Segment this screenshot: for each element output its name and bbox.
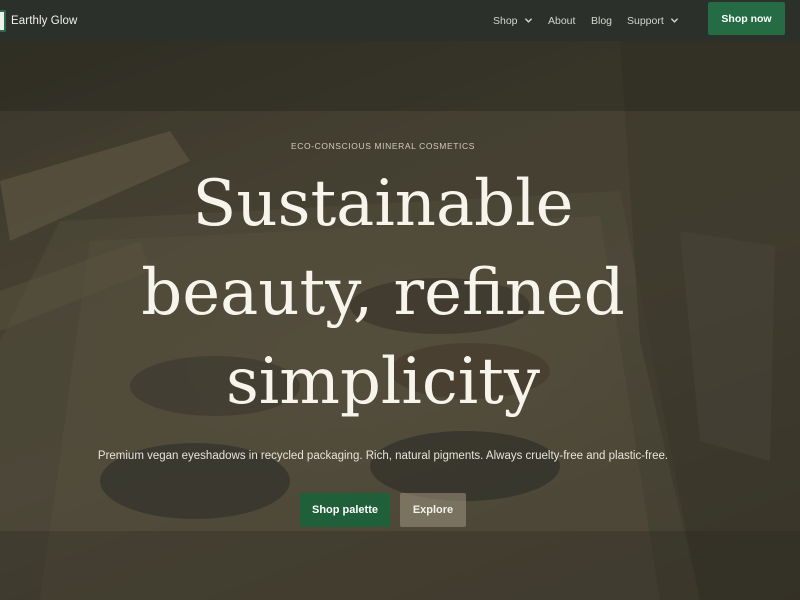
hero-section: ECO-CONSCIOUS MINERAL COSMETICS Sustaina… xyxy=(0,41,800,600)
shop-palette-button[interactable]: Shop palette xyxy=(300,493,390,527)
site-header: Earthly Glow Shop About Blog Support Sho… xyxy=(0,0,800,41)
hero-eyebrow: ECO-CONSCIOUS MINERAL COSMETICS xyxy=(290,141,476,151)
nav-item-shop[interactable]: Shop xyxy=(493,0,533,41)
nav-item-blog[interactable]: Blog xyxy=(591,0,612,41)
hero-subheading: Premium vegan eyeshadows in recycled pac… xyxy=(97,450,669,462)
brand-name: Earthly Glow xyxy=(11,14,78,27)
chevron-down-icon xyxy=(670,16,679,25)
nav-item-label: About xyxy=(548,14,576,27)
chevron-down-icon xyxy=(524,16,533,25)
headline-line-2: beauty, refined xyxy=(141,256,625,330)
nav-item-label: Support xyxy=(627,14,664,27)
headline-line-1: Sustainable xyxy=(192,167,574,241)
explore-button[interactable]: Explore xyxy=(400,493,466,527)
nav-item-label: Blog xyxy=(591,14,613,27)
brand-logo[interactable]: Earthly Glow xyxy=(0,0,77,41)
logo-icon xyxy=(0,9,6,32)
headline-line-3: simplicity xyxy=(225,345,541,419)
shop-now-button[interactable]: Shop now xyxy=(708,2,785,35)
nav-item-support[interactable]: Support xyxy=(627,0,679,41)
nav-item-label: Shop xyxy=(493,14,518,27)
nav-item-about[interactable]: About xyxy=(548,0,575,41)
